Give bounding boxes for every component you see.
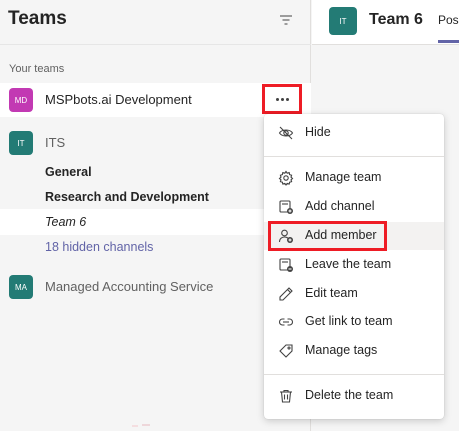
menu-item-manage-tags[interactable]: Manage tags <box>264 337 444 365</box>
channel-label: Research and Development <box>45 190 209 204</box>
hide-icon <box>278 125 294 141</box>
menu-label: Manage team <box>305 170 382 184</box>
team-avatar: MD <box>9 88 33 112</box>
team-avatar: MA <box>9 275 33 299</box>
menu-item-add-channel[interactable]: Add channel <box>264 193 444 221</box>
menu-label: Leave the team <box>305 257 392 271</box>
link-icon <box>278 314 294 330</box>
channel-team-avatar: IT <box>329 7 357 35</box>
page-title: Teams <box>8 8 67 29</box>
team-context-menu: Hide Manage team Add channel Add member … <box>264 114 444 419</box>
decorative-mark <box>132 424 150 427</box>
menu-label: Get link to team <box>305 314 393 328</box>
add-member-icon <box>278 228 294 244</box>
menu-label: Delete the team <box>305 388 394 402</box>
gear-icon <box>278 170 294 186</box>
menu-divider <box>264 156 444 157</box>
team-name: Managed Accounting Service <box>45 279 214 294</box>
menu-item-delete-team[interactable]: Delete the team <box>264 382 444 410</box>
menu-item-get-link[interactable]: Get link to team <box>264 308 444 336</box>
menu-label: Edit team <box>305 286 358 300</box>
team-avatar: IT <box>9 131 33 155</box>
team-name: MSPbots.ai Development <box>45 92 192 107</box>
channel-label: General <box>45 165 92 179</box>
more-options-icon <box>275 97 289 101</box>
menu-label: Add channel <box>305 199 375 213</box>
menu-item-manage-team[interactable]: Manage team <box>264 164 444 192</box>
tag-icon <box>278 343 294 359</box>
menu-item-leave-team[interactable]: Leave the team <box>264 251 444 279</box>
menu-item-hide[interactable]: Hide <box>264 119 444 147</box>
menu-item-edit-team[interactable]: Edit team <box>264 280 444 308</box>
leave-team-icon <box>278 257 294 273</box>
menu-label: Add member <box>305 228 377 242</box>
team-name: ITS <box>45 135 66 150</box>
tab-posts[interactable]: Pos <box>438 13 459 27</box>
channel-label: Team 6 <box>45 215 87 229</box>
menu-divider <box>264 374 444 375</box>
pencil-icon <box>278 286 294 302</box>
menu-label: Hide <box>305 125 331 139</box>
menu-label: Manage tags <box>305 343 378 357</box>
menu-item-add-member[interactable]: Add member <box>264 222 444 250</box>
channel-label: 18 hidden channels <box>45 240 154 254</box>
filter-icon[interactable] <box>276 10 296 30</box>
more-options-button[interactable] <box>262 84 302 114</box>
channel-title: Team 6 <box>369 11 423 28</box>
trash-icon <box>278 388 294 404</box>
header-divider <box>0 44 311 45</box>
team-row-mspbots[interactable]: MD MSPbots.ai Development <box>0 83 311 117</box>
section-label-your-teams: Your teams <box>9 63 65 75</box>
channel-header: IT Team 6 Pos <box>312 0 459 44</box>
add-channel-icon <box>278 199 294 215</box>
active-tab-indicator <box>438 40 459 43</box>
teams-panel-header: Teams <box>0 0 311 44</box>
